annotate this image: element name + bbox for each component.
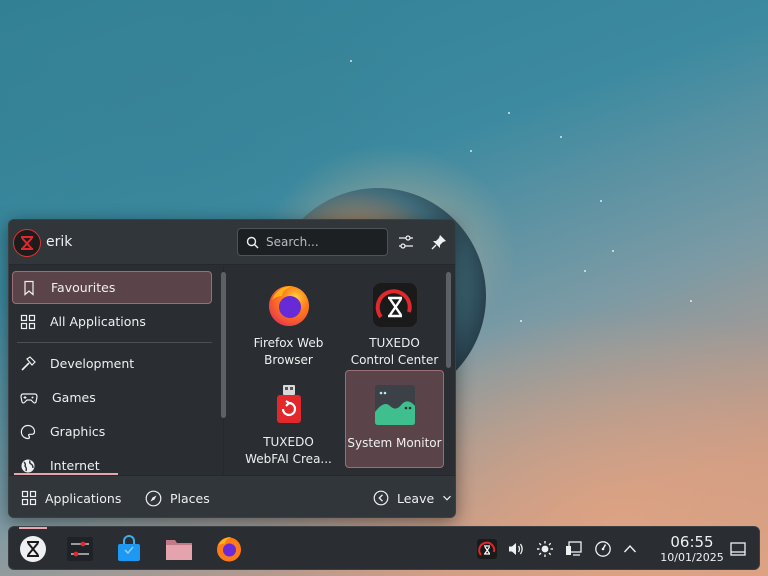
pin-icon <box>431 235 446 250</box>
launcher-header: erik <box>9 220 455 265</box>
firefox-icon <box>265 281 313 329</box>
show-desktop-icon <box>730 542 746 556</box>
wallpaper-star <box>508 112 510 114</box>
store-bag-icon <box>118 535 140 561</box>
app-tile-system-monitor[interactable]: System Monitor <box>345 370 444 468</box>
app-tile-label: System Monitor <box>347 436 442 450</box>
folder-icon <box>166 540 192 560</box>
tray-power-profile[interactable] <box>593 539 613 559</box>
sidebar-scrollbar[interactable] <box>221 272 226 418</box>
speedometer-icon <box>595 541 611 557</box>
search-icon <box>246 236 259 248</box>
sidebar-item-graphics[interactable]: Graphics <box>12 415 212 448</box>
palette-icon <box>20 424 36 439</box>
leave-button[interactable]: Leave <box>373 488 452 508</box>
tuxedo-logo-icon <box>20 536 46 562</box>
chevron-up-icon <box>623 544 637 553</box>
search-input[interactable] <box>266 235 376 249</box>
wallpaper-star <box>520 320 522 322</box>
leave-label: Leave <box>397 490 435 506</box>
bookmark-icon <box>24 280 34 296</box>
configure-button[interactable] <box>395 231 417 253</box>
sun-icon <box>537 541 553 557</box>
wallpaper-star <box>584 270 586 272</box>
applications-grid: Firefox Web Browser TUXEDO Control Cente… <box>234 266 446 475</box>
places-tab-button[interactable]: Places <box>145 488 210 508</box>
sidebar-item-label: All Applications <box>50 314 146 329</box>
sidebar-item-label: Graphics <box>50 424 106 439</box>
compass-icon <box>145 490 162 506</box>
sidebar-divider <box>17 342 212 343</box>
taskbar-discover[interactable] <box>113 533 145 565</box>
usb-restore-icon <box>265 380 313 428</box>
chevron-left-circle-icon <box>373 490 389 506</box>
sidebar-item-development[interactable]: Development <box>12 347 212 380</box>
system-monitor-icon <box>371 381 419 429</box>
taskbar-firefox[interactable] <box>213 533 245 565</box>
sliders-icon <box>399 235 413 249</box>
wallpaper-star <box>470 150 472 152</box>
grid-icon <box>20 314 36 329</box>
tuxedo-logo-icon <box>21 236 33 250</box>
globe-icon <box>21 459 35 472</box>
wallpaper-star <box>600 200 602 202</box>
tray-network[interactable] <box>564 539 584 559</box>
app-tile-tuxedo-control-center[interactable]: TUXEDO Control Center <box>345 271 444 369</box>
tray-tuxedo-control-center[interactable] <box>477 539 497 559</box>
sidebar-item-label: Games <box>52 390 96 405</box>
category-sidebar: Favourites All Applications Development <box>9 266 224 475</box>
application-launcher: erik Favouri <box>8 219 456 518</box>
hammer-icon <box>21 355 36 371</box>
firefox-icon <box>217 537 241 562</box>
tuxedo-control-center-icon <box>477 539 497 559</box>
clock-date: 10/01/2025 <box>660 551 724 564</box>
speaker-icon <box>509 543 523 555</box>
taskbar-file-manager[interactable] <box>163 533 195 565</box>
sidebar-item-label: Internet <box>50 458 100 473</box>
app-tile-label: Firefox Web Browser <box>253 336 324 367</box>
taskbar: 06:55 10/01/2025 <box>8 526 760 570</box>
launcher-footer: Applications Places Leave <box>9 475 455 517</box>
launcher-active-indicator <box>19 527 47 529</box>
tray-expand-button[interactable] <box>620 539 640 559</box>
wallpaper-star <box>350 60 352 62</box>
sidebar-item-favourites[interactable]: Favourites <box>12 271 212 304</box>
sidebar-item-all-applications[interactable]: All Applications <box>12 305 212 338</box>
taskbar-system-settings[interactable] <box>64 533 96 565</box>
gamepad-icon <box>20 392 38 404</box>
places-tab-label: Places <box>170 490 210 506</box>
tray-volume[interactable] <box>506 539 526 559</box>
wallpaper-star <box>690 300 692 302</box>
wallpaper-star <box>612 250 614 252</box>
app-tile-label: TUXEDO WebFAI Crea... <box>245 435 332 466</box>
app-tile-firefox[interactable]: Firefox Web Browser <box>239 271 338 369</box>
application-launcher-button[interactable] <box>17 533 49 565</box>
tray-brightness[interactable] <box>535 539 555 559</box>
chevron-down-icon <box>443 495 452 501</box>
search-box[interactable] <box>237 228 388 256</box>
pin-button[interactable] <box>428 231 450 253</box>
clock-time: 06:55 <box>670 533 714 551</box>
applications-scrollbar[interactable] <box>446 272 451 368</box>
show-desktop-button[interactable] <box>728 539 748 559</box>
user-name: erik <box>46 234 73 250</box>
grid-icon <box>21 490 37 506</box>
sidebar-item-label: Favourites <box>51 280 116 295</box>
app-tile-label: TUXEDO Control Center <box>350 336 439 367</box>
sidebar-item-label: Development <box>50 356 135 371</box>
sidebar-item-games[interactable]: Games <box>12 381 212 414</box>
applications-tab-label: Applications <box>45 490 122 506</box>
tuxedo-control-center-icon <box>371 281 419 329</box>
applications-tab-button[interactable]: Applications <box>21 488 121 508</box>
settings-sliders-icon <box>67 537 93 561</box>
app-tile-tuxedo-webfai-creator[interactable]: TUXEDO WebFAI Crea... <box>239 370 338 468</box>
wallpaper-star <box>560 136 562 138</box>
user-avatar[interactable] <box>13 229 41 257</box>
wired-network-icon <box>566 541 582 556</box>
